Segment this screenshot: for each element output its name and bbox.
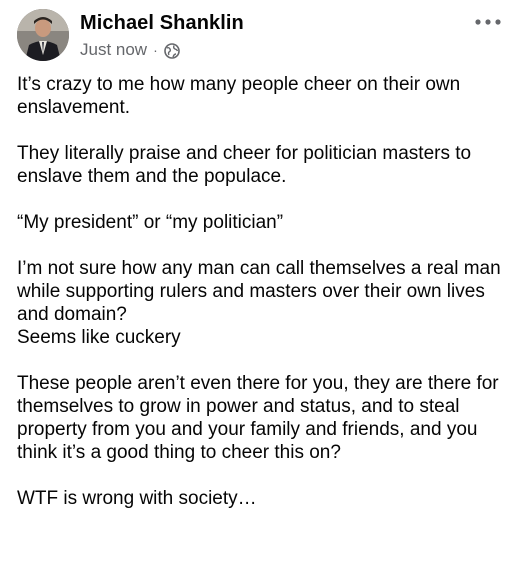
- meta-separator: ·: [153, 42, 158, 58]
- post-paragraph: WTF is wrong with society…: [17, 488, 257, 509]
- post-body: It’s crazy to me how many people cheer o…: [17, 73, 502, 533]
- globe-icon[interactable]: [163, 42, 180, 59]
- author-name[interactable]: Michael Shanklin: [80, 12, 244, 35]
- more-horizontal-icon[interactable]: [474, 15, 502, 29]
- post-header: Michael Shanklin Just now ·: [17, 9, 502, 65]
- post-paragraph: It’s crazy to me how many people cheer o…: [17, 74, 461, 118]
- post-paragraph: “My president” or “my politician”: [17, 212, 284, 233]
- post-paragraph: Seems like cuckery: [17, 327, 181, 348]
- post-meta: Just now ·: [80, 40, 180, 60]
- post-paragraph: They literally praise and cheer for poli…: [17, 143, 472, 187]
- post-timestamp[interactable]: Just now: [80, 40, 147, 60]
- avatar-image: [17, 9, 69, 61]
- post-paragraph: These people aren’t even there for you, …: [17, 373, 499, 463]
- post-paragraph: I’m not sure how any man can call themse…: [17, 258, 501, 325]
- avatar[interactable]: [17, 9, 69, 61]
